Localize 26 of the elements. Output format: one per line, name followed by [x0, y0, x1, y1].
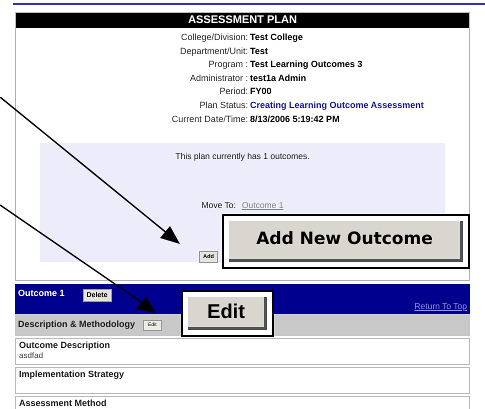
plan-title: ASSESSMENT PLAN	[16, 13, 469, 28]
move-to-label: Move To:	[202, 198, 236, 212]
field-label: College/Division:	[180, 31, 249, 44]
edit-callout-button[interactable]: Edit	[188, 297, 267, 330]
row-label: Outcome Description	[19, 339, 112, 352]
field-value: test1a Admin	[250, 72, 306, 85]
row-label: Assessment Method	[19, 397, 108, 409]
field-label: Current Date/Time:	[170, 112, 249, 126]
outcome-title: Outcome 1	[18, 287, 65, 300]
field-label: Program :	[207, 58, 249, 72]
field-label: Period:	[218, 85, 249, 98]
add-new-outcome-button[interactable]: Add New Outcome	[229, 221, 463, 262]
return-to-top-link[interactable]: Return To Top	[414, 301, 467, 312]
field-label: Plan Status:	[198, 98, 249, 112]
field-value: FY00	[250, 85, 272, 98]
field-value: Test Learning Outcomes 3	[250, 58, 362, 72]
row-label: Implementation Strategy	[19, 368, 126, 380]
summary-text: This plan currently has 1 outcomes.	[175, 150, 310, 163]
field-label: Administrator :	[188, 72, 249, 85]
field-value: Test College	[250, 31, 303, 44]
field-label: Department/Unit:	[178, 44, 249, 58]
row-value: asdfad	[19, 351, 44, 362]
field-value: Test	[250, 44, 268, 58]
field-value: Creating Learning Outcome Assessment	[250, 98, 424, 112]
section-title: Description & Methodology	[18, 318, 135, 332]
field-value: 8/13/2006 5:19:42 PM	[250, 112, 340, 126]
